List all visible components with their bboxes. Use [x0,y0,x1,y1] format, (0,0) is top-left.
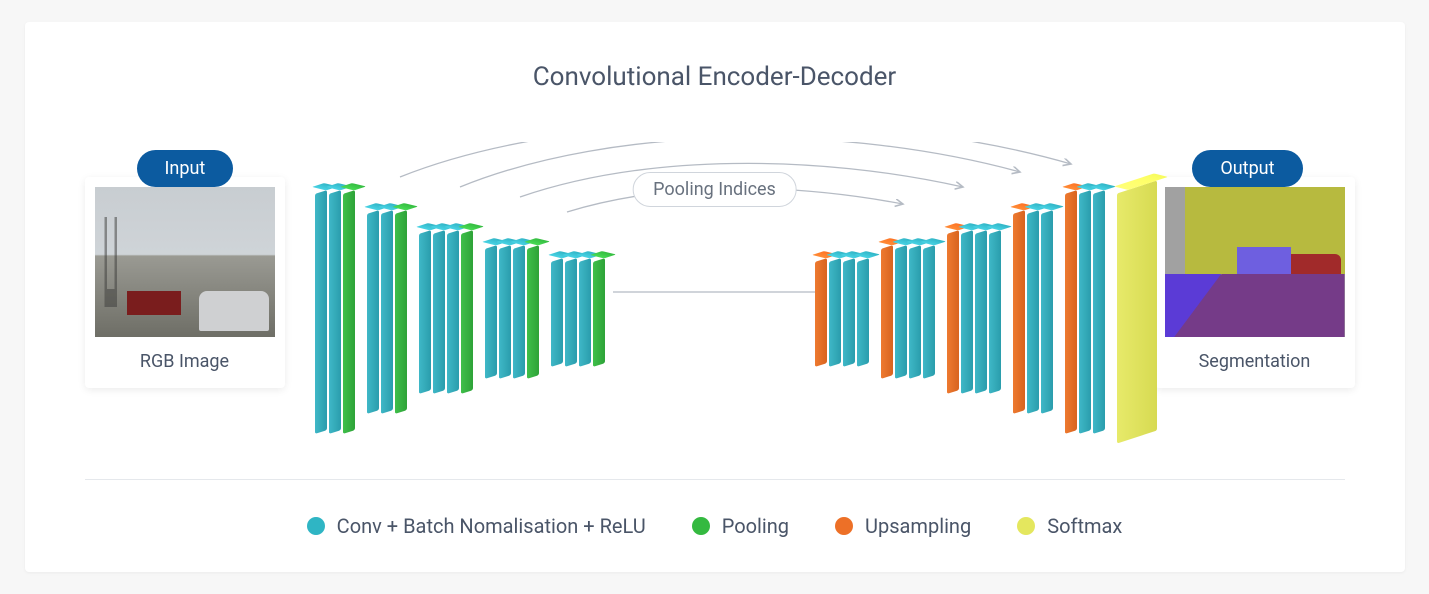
enc-conv-slab [315,190,327,434]
enc-pool-slab [527,245,539,379]
enc-conv-slab [499,245,511,379]
dec-up-slab [815,258,827,367]
dec-up-slab [1013,210,1025,414]
soft-dot-icon [1017,517,1035,535]
dec-up-slab [947,230,959,394]
enc-conv-slab [419,230,431,394]
dec-conv-slab [1041,210,1053,414]
input-badge: Input [137,150,234,187]
dec-conv-slab [989,230,1001,394]
output-badge: Output [1192,150,1302,187]
dec-conv-slab [909,245,921,379]
enc-conv-slab [551,258,563,367]
divider [85,479,1345,480]
output-panel: Segmentation [1155,177,1355,388]
input-caption: RGB Image [95,351,275,372]
diagram-title: Convolutional Encoder-Decoder [25,62,1405,92]
input-image [95,187,275,337]
legend-conv: Conv + Batch Nomalisation + ReLU [307,514,646,538]
dec-conv-slab [857,258,869,367]
legend-conv-label: Conv + Batch Nomalisation + ReLU [337,514,646,538]
pool-dot-icon [692,517,710,535]
legend-soft: Softmax [1017,514,1122,538]
dec-conv-slab [1093,190,1105,434]
enc-conv-slab [447,230,459,394]
enc-conv-slab [513,245,525,379]
conv-dot-icon [307,517,325,535]
output-caption: Segmentation [1165,351,1345,372]
softmax-slab [1117,181,1157,444]
output-image [1165,187,1345,337]
legend-soft-label: Softmax [1047,514,1122,538]
legend-pool: Pooling [692,514,789,538]
dec-conv-slab [961,230,973,394]
enc-conv-slab [329,190,341,434]
up-dot-icon [835,517,853,535]
enc-pool-slab [593,258,605,367]
enc-conv-slab [381,210,393,414]
dec-conv-slab [895,245,907,379]
dec-conv-slab [1027,210,1039,414]
dec-conv-slab [1079,190,1091,434]
dec-conv-slab [829,258,841,367]
enc-conv-slab [485,245,497,379]
diagram-card: Convolutional Encoder-Decoder Pooling In… [25,22,1405,572]
input-panel: RGB Image [85,177,285,388]
legend: Conv + Batch Nomalisation + ReLU Pooling… [25,514,1405,538]
enc-pool-slab [461,230,473,394]
dec-conv-slab [923,245,935,379]
legend-up: Upsampling [835,514,971,538]
enc-pool-slab [343,190,355,434]
enc-conv-slab [367,210,379,414]
enc-pool-slab [395,210,407,414]
pooling-indices-label: Pooling Indices [632,172,797,207]
dec-conv-slab [843,258,855,367]
legend-up-label: Upsampling [865,514,971,538]
enc-conv-slab [579,258,591,367]
dec-up-slab [1065,190,1077,434]
legend-pool-label: Pooling [722,514,789,538]
enc-conv-slab [433,230,445,394]
dec-up-slab [881,245,893,379]
dec-conv-slab [975,230,987,394]
enc-conv-slab [565,258,577,367]
